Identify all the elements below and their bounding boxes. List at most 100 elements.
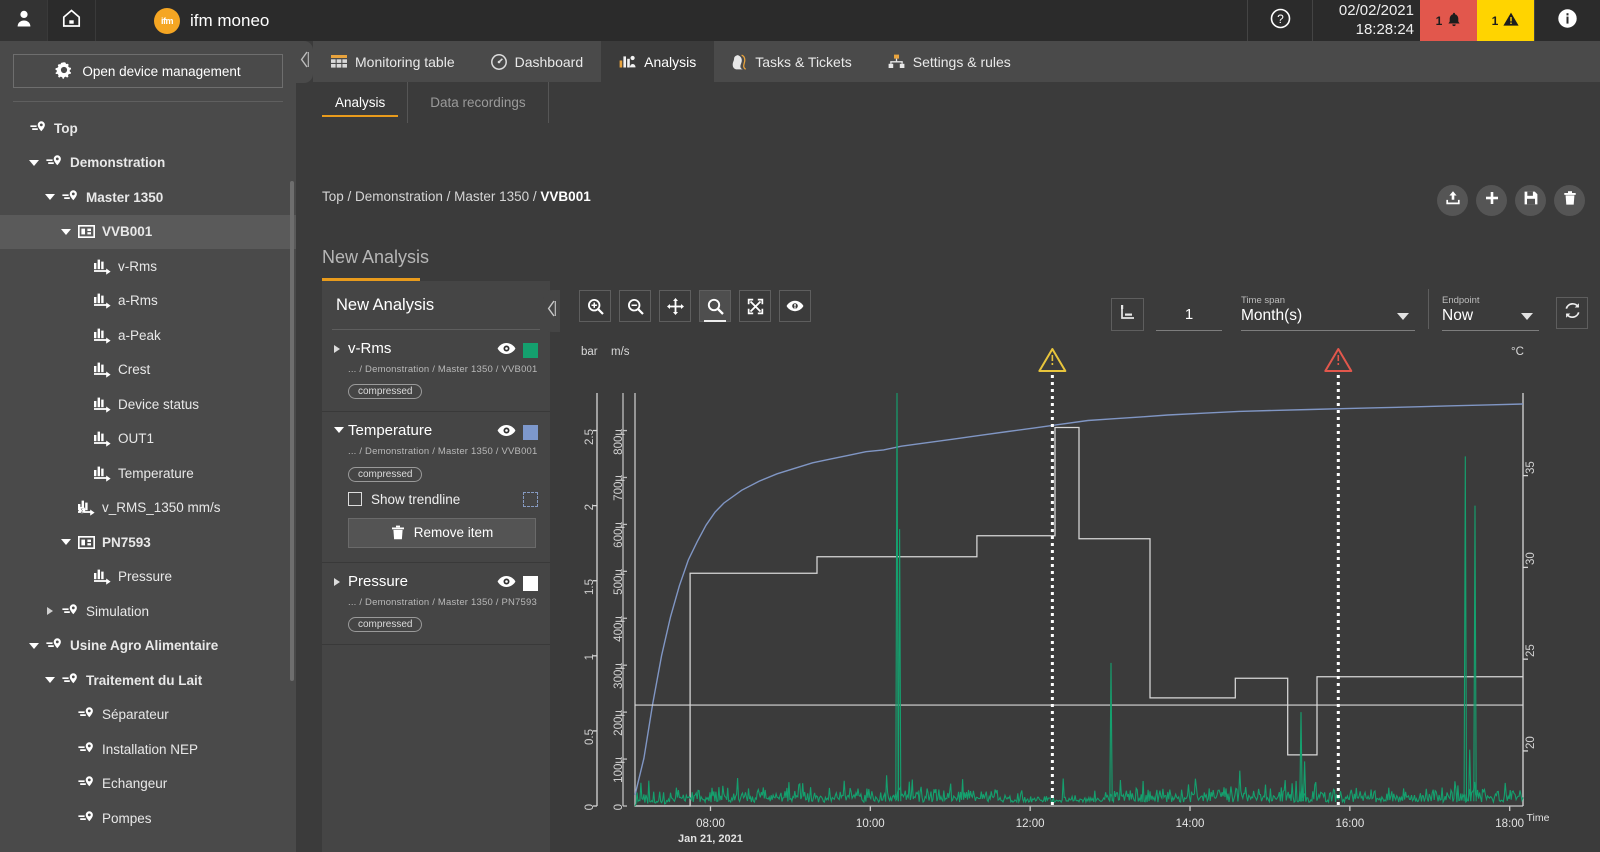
tree-item-label: Pompes	[102, 810, 152, 826]
analysis-chart[interactable]: bar m/s °C 0 0.5 1 1.5 2 2.5 0 100µ 200µ 300µ 400µ 500…	[563, 336, 1600, 852]
caret-right-icon[interactable]	[334, 340, 348, 353]
subtab-data-recordings[interactable]: Data recordings	[408, 82, 549, 123]
trendline-color-swatch[interactable]	[523, 491, 538, 507]
open-device-management-button[interactable]: Open device management	[13, 54, 283, 88]
caret-right-icon[interactable]	[334, 573, 348, 586]
caret-down-icon[interactable]	[25, 159, 42, 166]
signal-color-swatch[interactable]	[523, 575, 538, 591]
time-axis-date: Jan 21, 2021	[678, 833, 743, 845]
signal-item[interactable]: v-Rms ... / Demonstration / Master 1350 /…	[322, 330, 550, 413]
pressure-axis-tick: 0.5	[584, 728, 596, 745]
user-button[interactable]	[0, 0, 48, 41]
timespan-value-input[interactable]: 1	[1156, 306, 1222, 331]
signal-panel-header: New Analysis	[322, 281, 560, 332]
tree-item-device-status[interactable]: Device status	[0, 387, 296, 422]
signal-color-swatch[interactable]	[523, 343, 538, 358]
tree-item-demonstration[interactable]: Demonstration	[0, 146, 296, 181]
caret-down-icon[interactable]	[57, 539, 74, 546]
endpoint-select[interactable]: Endpoint Now	[1442, 295, 1539, 331]
tree-item-a-peak[interactable]: a-Peak	[0, 318, 296, 353]
vrms-axis-unit: m/s	[611, 346, 630, 358]
reset-zoom-button[interactable]	[739, 290, 771, 322]
sidebar-collapse-button[interactable]	[296, 41, 313, 83]
caret-down-icon[interactable]	[57, 228, 74, 235]
eye-icon[interactable]	[497, 573, 516, 593]
caret-down-icon[interactable]	[41, 677, 58, 684]
tree-item-master-1350[interactable]: Master 1350	[0, 180, 296, 215]
tree-item-usine-agro-alimentaire[interactable]: Usine Agro Alimentaire	[0, 629, 296, 664]
breadcrumb-item[interactable]: Top	[322, 189, 344, 204]
tree-item-echangeur[interactable]: Echangeur	[0, 767, 296, 802]
signal-panel-collapse-button[interactable]	[543, 290, 560, 332]
signal-compression-badge: compressed	[348, 384, 423, 400]
alarm-marker[interactable]	[1324, 348, 1353, 806]
warning-counter[interactable]: 1	[1477, 0, 1534, 41]
export-button[interactable]	[1437, 185, 1468, 216]
home-button[interactable]	[48, 0, 96, 41]
tree-item-label: VVB001	[102, 224, 153, 240]
tab-monitoring-table[interactable]: Monitoring table	[313, 41, 473, 82]
eye-icon[interactable]	[497, 340, 516, 360]
signal-item[interactable]: Temperature ... / Demonstration / Master …	[322, 412, 550, 563]
subtab-analysis[interactable]: Analysis	[313, 82, 409, 123]
help-button[interactable]: ?	[1247, 0, 1313, 41]
pressure-axis-unit: bar	[581, 346, 598, 358]
info-button[interactable]	[1534, 0, 1600, 41]
tree-item-s-parateur[interactable]: Séparateur	[0, 698, 296, 733]
sidebar-scrollbar[interactable]	[290, 181, 294, 681]
tree-item-v-rms-1350-mm-s[interactable]: ∑ v_RMS_1350 mm/s	[0, 491, 296, 526]
zoom-out-button[interactable]	[619, 290, 651, 322]
pressure-axis-tick: 2.5	[584, 428, 596, 445]
refresh-button[interactable]	[1556, 297, 1588, 329]
tree-item-pn7593[interactable]: PN7593	[0, 525, 296, 560]
home-icon	[62, 9, 81, 32]
pressure-axis-tick: 1.5	[584, 578, 596, 595]
tree-item-traitement-du-lait[interactable]: Traitement du Lait	[0, 663, 296, 698]
signal-item-header: Temperature	[334, 422, 538, 442]
breadcrumb: Top / Demonstration / Master 1350 / VVB0…	[322, 189, 591, 204]
app-title: ifm moneo	[190, 10, 270, 30]
eye-icon[interactable]	[497, 422, 516, 442]
chevron-down-icon	[1521, 313, 1533, 320]
zoom-box-button[interactable]	[699, 290, 731, 322]
caret-right-icon[interactable]	[41, 607, 58, 616]
warning-marker[interactable]	[1038, 348, 1067, 806]
tree-item-a-rms[interactable]: a-Rms	[0, 284, 296, 319]
tree-item-out1[interactable]: OUT1	[0, 422, 296, 457]
show-markers-button[interactable]	[779, 290, 811, 322]
tree-item-pressure[interactable]: Pressure	[0, 560, 296, 595]
add-button[interactable]	[1476, 185, 1507, 216]
tree-item-vvb001[interactable]: VVB001	[0, 214, 296, 249]
axis-scale-button[interactable]	[1111, 298, 1144, 331]
tree-item-top[interactable]: Top	[0, 111, 296, 146]
tree-item-v-rms[interactable]: v-Rms	[0, 249, 296, 284]
tab-dashboard[interactable]: Dashboard	[473, 41, 602, 82]
save-button[interactable]	[1515, 185, 1546, 216]
tree-item-pompes[interactable]: Pompes	[0, 801, 296, 836]
alarm-counter[interactable]: 1	[1420, 0, 1477, 41]
main-content: Monitoring table Dashboard Analysis Tasks &…	[313, 41, 1600, 852]
tree-item-temperature[interactable]: Temperature	[0, 456, 296, 491]
tab-label: Settings & rules	[912, 53, 1011, 70]
caret-down-icon[interactable]	[41, 194, 58, 201]
chart-canvas[interactable]	[563, 336, 1600, 852]
zoom-in-button[interactable]	[579, 290, 611, 322]
remove-item-button[interactable]: Remove item	[348, 517, 536, 548]
signal-color-swatch[interactable]	[523, 425, 538, 441]
tree-item-installation-nep[interactable]: Installation NEP	[0, 732, 296, 767]
show-trendline-checkbox[interactable]	[348, 492, 362, 506]
tab-analysis[interactable]: Analysis	[601, 41, 715, 82]
caret-down-icon[interactable]	[334, 422, 348, 434]
signal-item[interactable]: Pressure ... / Demonstration / Master 135…	[322, 563, 550, 645]
caret-down-icon[interactable]	[25, 642, 42, 649]
breadcrumb-item[interactable]: Demonstration	[355, 189, 443, 204]
breadcrumb-item[interactable]: Master 1350	[454, 189, 529, 204]
tree-item-crest[interactable]: Crest	[0, 353, 296, 388]
tab-tasks-tickets[interactable]: Tasks & Tickets	[714, 41, 869, 82]
delete-button[interactable]	[1554, 185, 1585, 216]
tree-item-simulation[interactable]: Simulation	[0, 594, 296, 629]
timespan-select[interactable]: Time span Month(s)	[1241, 295, 1415, 331]
pan-button[interactable]	[659, 290, 691, 322]
tab-settings-rules[interactable]: Settings & rules	[870, 41, 1029, 82]
brand-logo-icon: ifm	[154, 7, 180, 34]
